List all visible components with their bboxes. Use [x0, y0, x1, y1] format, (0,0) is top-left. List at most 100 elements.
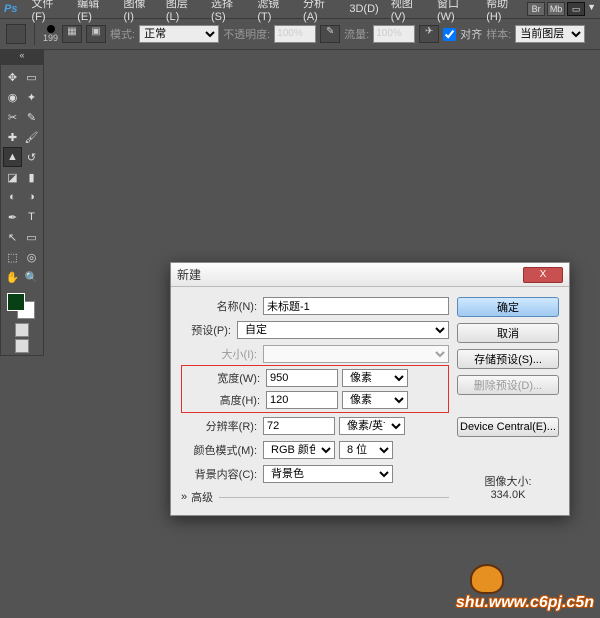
separator: [34, 23, 35, 45]
brush-preset[interactable]: 199: [43, 25, 58, 43]
save-preset-button[interactable]: 存储预设(S)...: [457, 349, 559, 369]
align-label: 对齐: [460, 26, 482, 42]
divider: [219, 497, 449, 498]
hand-tool[interactable]: ✋: [3, 267, 22, 287]
wand-tool[interactable]: ✦: [22, 87, 41, 107]
align-checkbox[interactable]: [443, 28, 456, 41]
background-label: 背景内容(C):: [181, 466, 263, 482]
workspace-dropdown[interactable]: ▼: [587, 2, 596, 16]
bitdepth-select[interactable]: 8 位: [339, 441, 393, 459]
flow-value[interactable]: 100%: [373, 25, 415, 43]
stamp-tool[interactable]: ▲: [3, 147, 22, 167]
panel-collapse-tab[interactable]: «: [0, 50, 44, 64]
brush-tool[interactable]: 🖌: [22, 127, 41, 147]
pen-tool[interactable]: ✒: [3, 207, 22, 227]
badge-mb[interactable]: Mb: [547, 2, 565, 16]
foreground-color[interactable]: [7, 293, 25, 311]
current-tool-icon[interactable]: [6, 24, 26, 44]
eyedropper-tool[interactable]: ✎: [22, 107, 41, 127]
brush-size-value: 199: [43, 33, 58, 43]
path-tool[interactable]: ↖: [3, 227, 22, 247]
standard-mode-icon[interactable]: [15, 323, 29, 337]
blur-tool[interactable]: ◐: [3, 187, 22, 207]
shape-tool[interactable]: ▭: [22, 227, 41, 247]
dialog-title: 新建: [177, 266, 201, 283]
menu-view[interactable]: 视图(V): [385, 0, 431, 23]
menu-analysis[interactable]: 分析(A): [297, 0, 343, 23]
delete-preset-button[interactable]: 删除预设(D)...: [457, 375, 559, 395]
workspace-icon[interactable]: ▭: [567, 2, 585, 16]
menu-select[interactable]: 选择(S): [205, 0, 251, 23]
width-label: 宽度(W):: [184, 370, 266, 386]
ok-button[interactable]: 确定: [457, 297, 559, 317]
menu-window[interactable]: 窗口(W): [431, 0, 480, 23]
height-input[interactable]: [266, 391, 338, 409]
advanced-toggle[interactable]: » 高级: [181, 489, 449, 505]
chevron-icon: »: [181, 491, 187, 503]
preset-label: 预设(P):: [181, 322, 237, 338]
size-select: [263, 345, 449, 363]
image-size-info: 图像大小: 334.0K: [457, 473, 559, 501]
type-tool[interactable]: T: [22, 207, 41, 227]
camera-tool[interactable]: ◎: [22, 247, 41, 267]
advanced-label: 高级: [191, 489, 213, 505]
screen-mode-icon[interactable]: [15, 339, 29, 353]
colormode-label: 颜色模式(M):: [181, 442, 263, 458]
menu-file[interactable]: 文件(F): [25, 0, 71, 23]
opacity-value[interactable]: 100%: [274, 25, 316, 43]
sample-select[interactable]: 当前图层: [515, 25, 585, 43]
dialog-titlebar[interactable]: 新建 X: [171, 263, 569, 287]
close-button[interactable]: X: [523, 267, 563, 283]
3d-tool[interactable]: ⬚: [3, 247, 22, 267]
marquee-tool[interactable]: ▭: [22, 67, 41, 87]
menu-3d[interactable]: 3D(D): [343, 3, 384, 15]
resolution-unit-select[interactable]: 像素/英寸: [339, 417, 405, 435]
size-label: 大小(I):: [181, 346, 263, 362]
new-document-dialog: 新建 X 名称(N): 预设(P): 自定 大小(I): 宽度(W): 像素: [170, 262, 570, 516]
name-input[interactable]: [263, 297, 449, 315]
screenmode-row: [3, 339, 41, 353]
menu-layer[interactable]: 图层(L): [160, 0, 205, 23]
gradient-tool[interactable]: ▮: [22, 167, 41, 187]
watermark-text: shu.www.c6pj.c5n: [456, 594, 594, 611]
background-select[interactable]: 背景色: [263, 465, 393, 483]
color-swatches: [3, 291, 41, 321]
zoom-tool[interactable]: 🔍: [22, 267, 41, 287]
highlighted-dimensions: 宽度(W): 像素 高度(H): 像素: [181, 365, 449, 413]
badge-br[interactable]: Br: [527, 2, 545, 16]
cancel-button[interactable]: 取消: [457, 323, 559, 343]
dodge-tool[interactable]: ◑: [22, 187, 41, 207]
history-brush-tool[interactable]: ↺: [22, 147, 41, 167]
opacity-pressure-icon[interactable]: ✎: [320, 25, 340, 43]
menu-help[interactable]: 帮助(H): [480, 0, 527, 23]
eraser-tool[interactable]: ◪: [3, 167, 22, 187]
toolbox: ✥▭ ◉✦ ✂✎ ✚🖌 ▲↺ ◪▮ ◐◑ ✒T ↖▭ ⬚◎ ✋🔍: [0, 64, 44, 356]
opacity-label: 不透明度:: [223, 26, 270, 42]
device-central-button[interactable]: Device Central(E)...: [457, 417, 559, 437]
width-input[interactable]: [266, 369, 338, 387]
menu-filter[interactable]: 滤镜(T): [251, 0, 297, 23]
watermark: shu.www.c6pj.c5n: [456, 594, 594, 612]
airbrush-icon[interactable]: ✈: [419, 25, 439, 43]
brush-dot-icon: [47, 25, 55, 33]
brush-settings-icon[interactable]: ▣: [86, 25, 106, 43]
imagesize-value: 334.0K: [457, 489, 559, 501]
brush-panel-icon[interactable]: ▦: [62, 25, 82, 43]
mode-select[interactable]: 正常: [139, 25, 219, 43]
move-tool[interactable]: ✥: [3, 67, 22, 87]
width-unit-select[interactable]: 像素: [342, 369, 408, 387]
lasso-tool[interactable]: ◉: [3, 87, 22, 107]
menu-edit[interactable]: 编辑(E): [71, 0, 117, 23]
imagesize-label: 图像大小:: [457, 473, 559, 489]
quickmask-row: [3, 323, 41, 337]
colormode-select[interactable]: RGB 颜色: [263, 441, 335, 459]
flow-label: 流量:: [344, 26, 369, 42]
heal-tool[interactable]: ✚: [3, 127, 22, 147]
menu-image[interactable]: 图像(I): [118, 0, 160, 23]
crop-tool[interactable]: ✂: [3, 107, 22, 127]
resolution-input[interactable]: [263, 417, 335, 435]
height-unit-select[interactable]: 像素: [342, 391, 408, 409]
preset-select[interactable]: 自定: [237, 321, 449, 339]
menu-bar: Ps 文件(F) 编辑(E) 图像(I) 图层(L) 选择(S) 滤镜(T) 分…: [0, 0, 600, 18]
height-label: 高度(H):: [184, 392, 266, 408]
